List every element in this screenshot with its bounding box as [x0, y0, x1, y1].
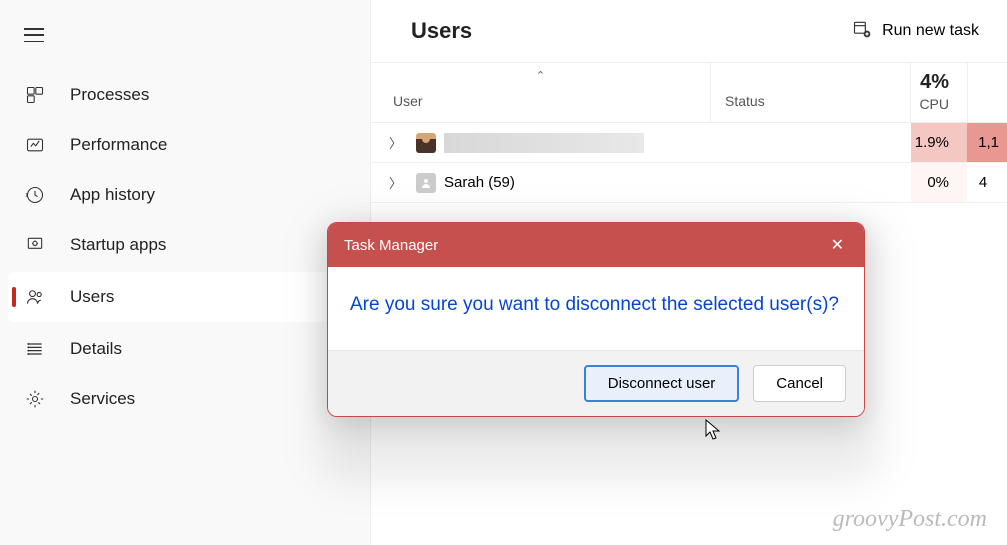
nav-label: Processes: [70, 85, 149, 105]
nav-label: Performance: [70, 135, 167, 155]
run-task-icon: [852, 19, 872, 44]
nav-label: Users: [70, 287, 114, 307]
services-icon: [24, 388, 46, 410]
startup-icon: [24, 234, 46, 256]
column-header-cpu[interactable]: 4% CPU: [911, 63, 967, 122]
performance-icon: [24, 134, 46, 156]
details-icon: [24, 338, 46, 360]
column-header-status[interactable]: Status: [711, 63, 911, 122]
table-header: ⌃ User Status 4% CPU: [371, 62, 1007, 123]
table-row[interactable]: 〉 Sarah (59) 0% 4: [371, 163, 1007, 203]
users-icon: [24, 286, 46, 308]
cpu-total-value: 4%: [911, 71, 949, 94]
run-new-task-button[interactable]: Run new task: [852, 19, 979, 44]
cancel-button[interactable]: Cancel: [753, 365, 846, 402]
column-header-extra[interactable]: [967, 63, 1007, 122]
history-icon: [24, 184, 46, 206]
user-cpu-cell: 0%: [911, 163, 967, 202]
content-header: Users Run new task: [371, 0, 1007, 62]
user-cpu-cell: 1.9%: [911, 123, 967, 162]
nav-label: Startup apps: [70, 235, 166, 255]
dialog-button-bar: Disconnect user Cancel: [328, 350, 864, 416]
user-name: Sarah (59): [444, 174, 515, 191]
sort-indicator-icon: ⌃: [536, 69, 545, 82]
close-icon[interactable]: ✕: [827, 235, 848, 255]
page-title: Users: [411, 18, 472, 44]
dialog-message: Are you sure you want to disconnect the …: [328, 267, 864, 350]
dialog-title-text: Task Manager: [344, 237, 438, 254]
sidebar: Processes Performance App history Startu…: [0, 0, 370, 545]
user-avatar: [416, 173, 436, 193]
user-avatar: [416, 133, 436, 153]
watermark: groovyPost.com: [833, 506, 987, 533]
dialog-titlebar: Task Manager ✕: [328, 223, 864, 267]
nav-label: App history: [70, 185, 155, 205]
disconnect-user-button[interactable]: Disconnect user: [584, 365, 740, 402]
sidebar-item-startup-apps[interactable]: Startup apps: [0, 220, 370, 270]
sidebar-item-users[interactable]: Users: [8, 272, 362, 322]
sidebar-item-performance[interactable]: Performance: [0, 120, 370, 170]
nav-label: Details: [70, 339, 122, 359]
user-extra-cell: 1,1: [967, 123, 1007, 162]
processes-icon: [24, 84, 46, 106]
expand-chevron-icon[interactable]: 〉: [383, 133, 408, 152]
hamburger-icon: [24, 28, 44, 42]
users-table: ⌃ User Status 4% CPU 〉 1.9% 1,: [371, 62, 1007, 203]
run-task-label: Run new task: [882, 22, 979, 40]
hamburger-menu-button[interactable]: [0, 10, 370, 70]
sidebar-item-processes[interactable]: Processes: [0, 70, 370, 120]
nav-label: Services: [70, 389, 135, 409]
expand-chevron-icon[interactable]: 〉: [383, 173, 408, 192]
user-extra-cell: 4: [967, 174, 1007, 191]
confirmation-dialog: Task Manager ✕ Are you sure you want to …: [327, 222, 865, 417]
table-row[interactable]: 〉 1.9% 1,1: [371, 123, 1007, 163]
column-header-user[interactable]: ⌃ User: [371, 63, 711, 122]
sidebar-item-details[interactable]: Details: [0, 324, 370, 374]
sidebar-item-app-history[interactable]: App history: [0, 170, 370, 220]
sidebar-item-services[interactable]: Services: [0, 374, 370, 424]
user-name-redacted: [444, 133, 644, 153]
